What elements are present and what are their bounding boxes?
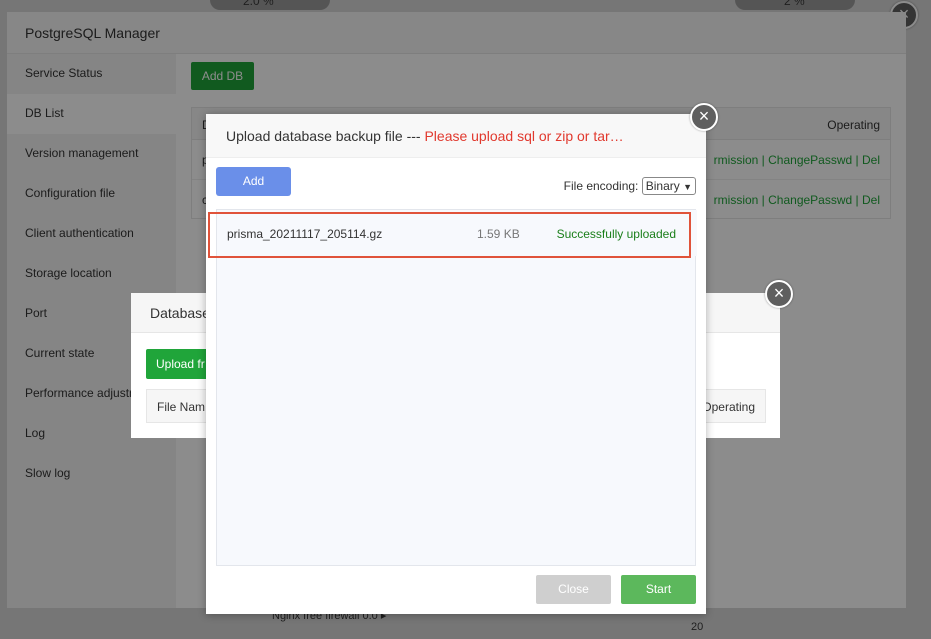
upload-dialog: Upload database backup file --- Please u… xyxy=(206,114,706,614)
backup-dialog-close-icon[interactable]: × xyxy=(765,280,793,308)
upload-file-list: prisma_20211117_205114.gz 1.59 KB Succes… xyxy=(216,209,697,566)
close-button[interactable]: Close xyxy=(536,575,611,604)
upload-dialog-close-icon[interactable]: × xyxy=(690,103,718,131)
upload-dialog-title-text: Upload database backup file --- xyxy=(226,128,425,144)
file-encoding-value: Binary xyxy=(645,179,680,193)
chevron-down-icon: ▼ xyxy=(683,182,692,192)
backup-col-file-name: File Nam xyxy=(157,400,206,414)
uploaded-file-highlight xyxy=(208,212,691,258)
file-encoding-control: File encoding: Binary ▼ xyxy=(564,177,696,195)
start-button[interactable]: Start xyxy=(621,575,696,604)
add-file-button[interactable]: Add xyxy=(216,167,291,196)
upload-dialog-warning: Please upload sql or zip or tar… xyxy=(424,128,624,144)
backup-col-operating: Operating xyxy=(702,400,755,414)
file-encoding-select[interactable]: Binary ▼ xyxy=(641,177,696,195)
upload-dialog-title: Upload database backup file --- Please u… xyxy=(206,114,706,158)
file-encoding-label: File encoding: xyxy=(563,179,639,193)
